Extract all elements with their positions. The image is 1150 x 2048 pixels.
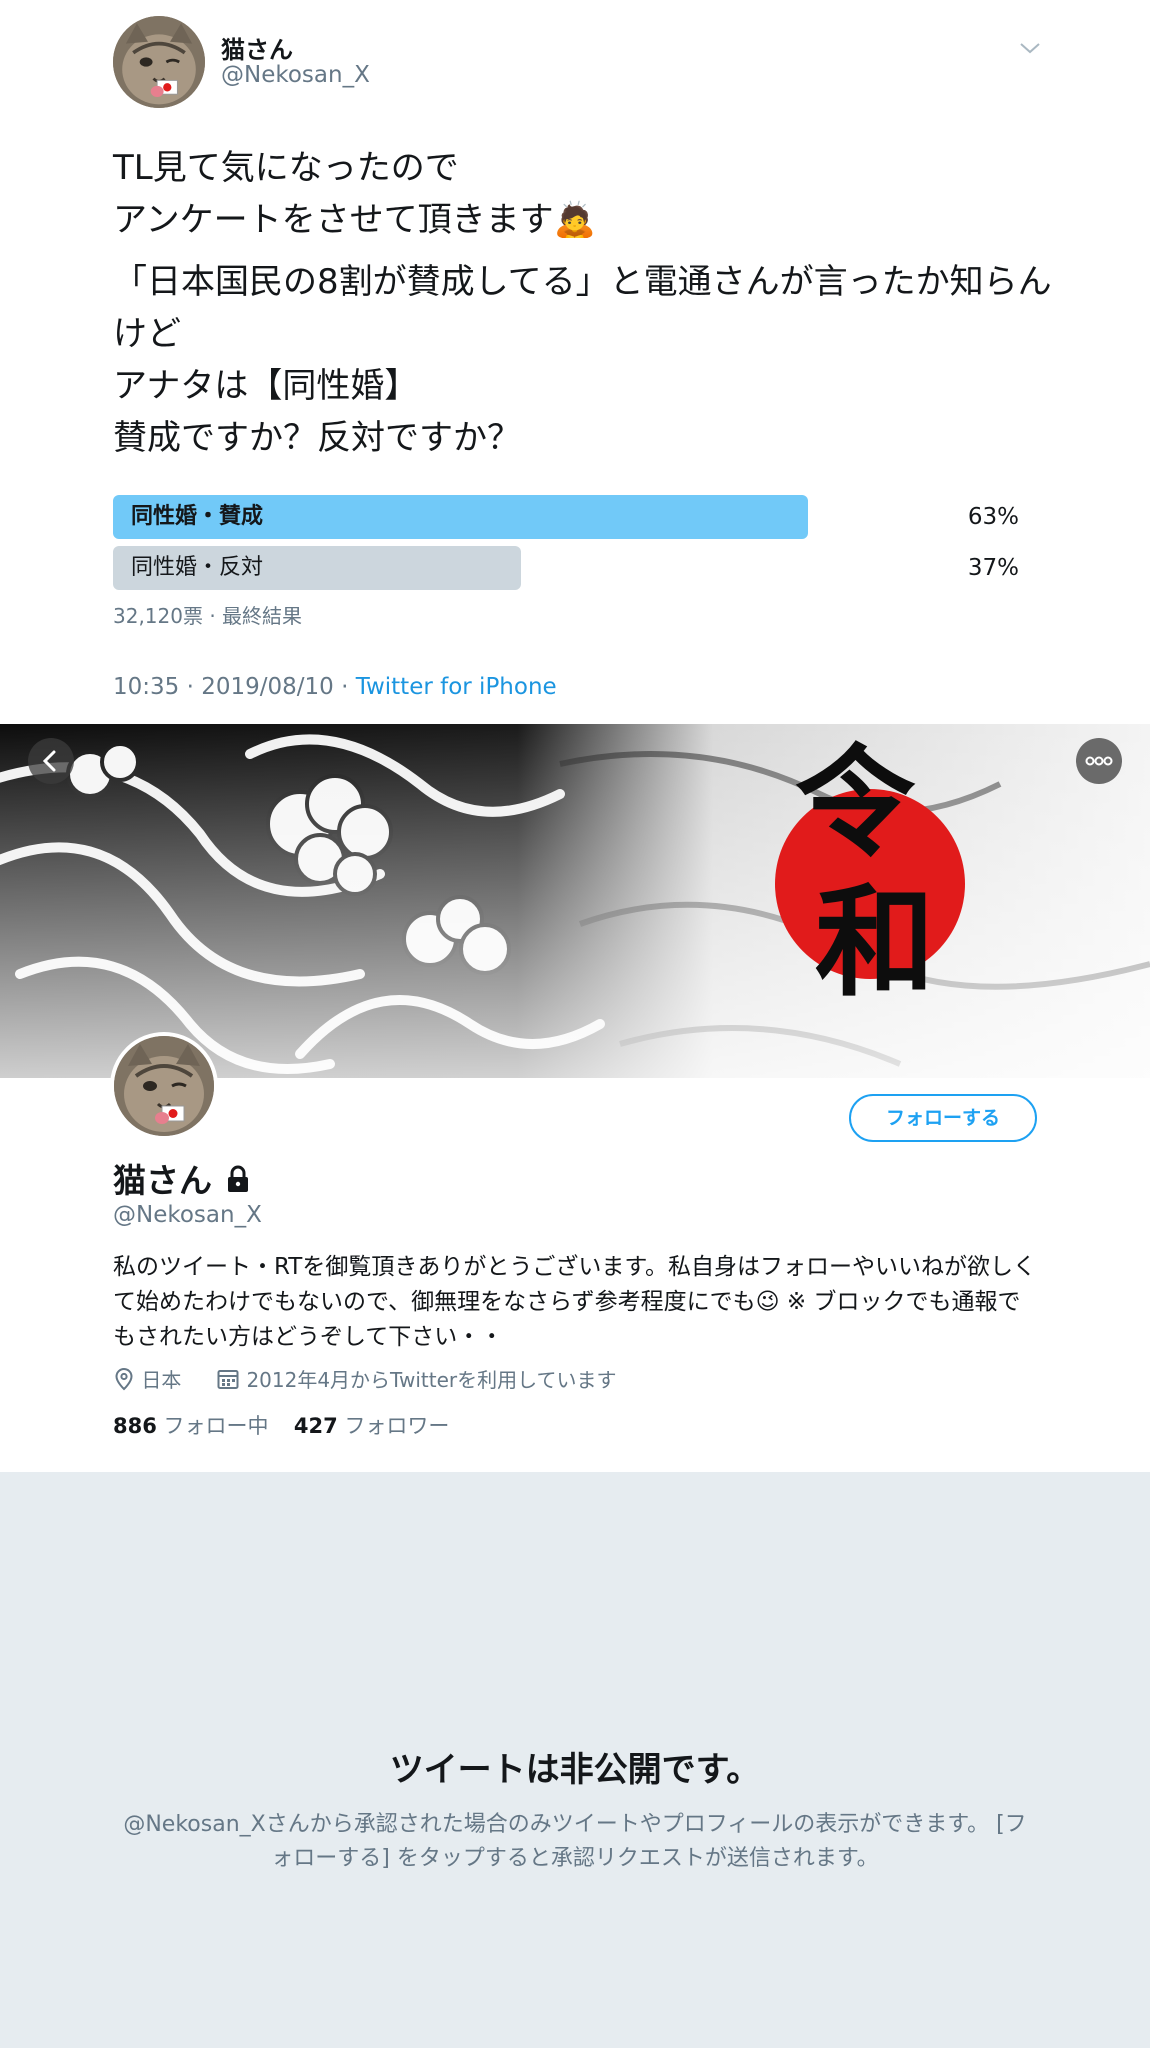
tweet-avatar[interactable] xyxy=(113,16,205,108)
tweet-text-question: 「日本国民の8割が賛成してる」と電通さんが言ったか知らんけど アナタは【同性婚】… xyxy=(113,262,1052,458)
followers-link[interactable]: 427 フォロワー xyxy=(294,1414,450,1438)
protected-title: ツイートは非公開です。 xyxy=(389,1750,761,1790)
profile-handle: @Nekosan_X xyxy=(113,1202,262,1228)
profile-meta: 日本 2012年4月からTwitterを利用しています xyxy=(113,1364,617,1392)
tweet-source-link[interactable]: Twitter for iPhone xyxy=(356,674,557,700)
profile-banner: 令 和 xyxy=(0,724,1150,1078)
poll-summary: 32,120票 · 最終結果 xyxy=(113,604,303,628)
follow-button[interactable]: フォローする xyxy=(849,1094,1037,1142)
back-button[interactable] xyxy=(28,738,74,784)
chevron-down-icon[interactable] xyxy=(1018,36,1042,60)
more-options-button[interactable] xyxy=(1076,738,1122,784)
profile-bio: 私のツイート・RTを御覧頂きありがとうございます。私自身はフォローやいいねが欲し… xyxy=(113,1254,1037,1350)
chevron-left-icon xyxy=(42,750,56,772)
following-count: 886 xyxy=(113,1414,157,1438)
profile-avatar[interactable] xyxy=(110,1032,218,1140)
poll-option-1: 同性婚・賛成 63% xyxy=(113,495,1023,539)
tweet-card: 猫さん @Nekosan_X TL見て気になったので アンケートをさせて頂きます… xyxy=(0,0,1150,724)
tweet-timestamp[interactable]: 10:35 · 2019/08/10 · xyxy=(113,674,356,700)
followers-label: フォロワー xyxy=(344,1414,450,1438)
poll-option-percent: 63% xyxy=(967,504,1019,530)
banner-calligraphy-2: 和 xyxy=(815,872,935,1013)
poll-option-label: 同性婚・反対 xyxy=(131,555,264,580)
protected-description: @Nekosan_Xさんから承認された場合のみツイートやプロフィールの表示ができ… xyxy=(123,1812,1027,1871)
profile-display-name: 猫さん xyxy=(113,1161,212,1200)
profile-joined-date: 2012年4月からTwitterを利用しています xyxy=(246,1368,617,1392)
poll-option-percent: 37% xyxy=(967,555,1019,581)
more-dots-icon xyxy=(1085,756,1113,766)
cat-avatar-image xyxy=(114,1036,214,1136)
following-link[interactable]: 886 フォロー中 xyxy=(113,1414,269,1438)
poll-option-2: 同性婚・反対 37% xyxy=(113,546,1023,590)
tweet-meta: 10:35 · 2019/08/10 · Twitter for iPhone xyxy=(113,674,557,700)
followers-count: 427 xyxy=(293,1414,338,1438)
following-label: フォロー中 xyxy=(163,1414,269,1438)
poll-option-label: 同性婚・賛成 xyxy=(131,504,264,529)
banner-image: 令 和 xyxy=(0,724,1150,1078)
tweet-text-intro: TL見て気になったので アンケートをさせて頂きます🙇 xyxy=(113,148,596,240)
tweet-handle[interactable]: @Nekosan_X xyxy=(221,62,370,88)
profile-location: 日本 xyxy=(141,1368,182,1392)
calendar-icon xyxy=(217,1369,239,1389)
tweet-display-name[interactable]: 猫さん xyxy=(221,30,293,65)
location-pin-icon xyxy=(115,1367,133,1390)
lock-icon xyxy=(228,1165,248,1192)
profile-stats: 886 フォロー中 427 フォロワー xyxy=(113,1410,449,1440)
cat-avatar-image xyxy=(113,16,205,108)
banner-calligraphy-1: 令 xyxy=(795,732,916,873)
